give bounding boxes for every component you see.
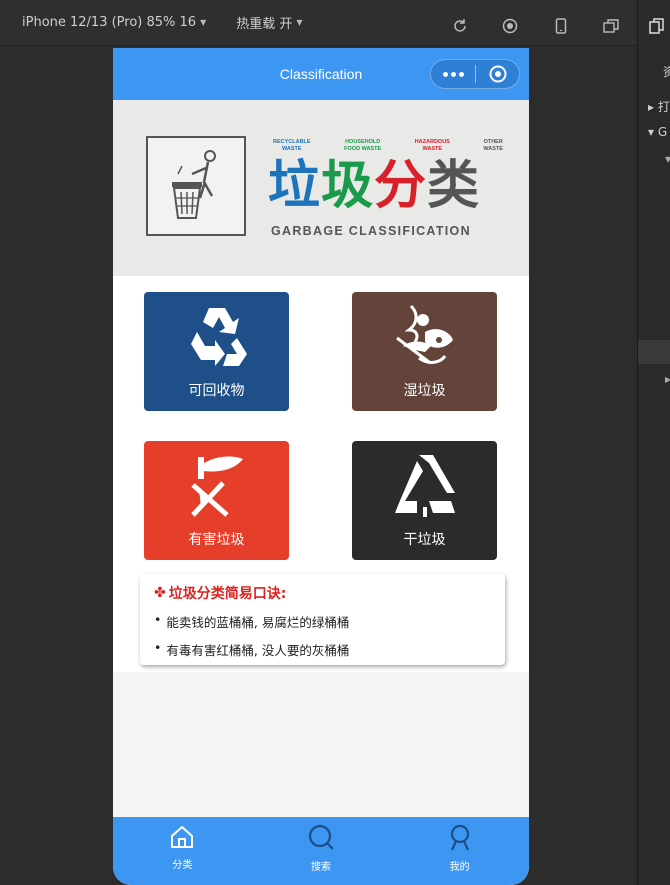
miniprogram-capsule (430, 59, 520, 89)
hot-reload-label: 热重载 开 (236, 17, 293, 32)
tab-bar: 分类 搜索 我的 (113, 817, 529, 885)
devtools-panel: 资 ▸ 打 ▾ G ▼ ▶ (637, 0, 670, 885)
copy-icon[interactable] (649, 18, 665, 38)
search-icon (307, 824, 335, 856)
tips-title-text: 垃圾分类简易口诀: (168, 586, 287, 602)
banner-category: HOUSEHOLD FOOD WASTE (344, 139, 382, 152)
banner-category: HAZARDOUS WASTE (414, 139, 450, 152)
home-icon (169, 824, 195, 854)
page-title: Classification (279, 66, 363, 82)
tile-label: 干垃圾 (403, 532, 446, 548)
hazardous-icon (177, 449, 257, 521)
device-selector[interactable]: iPhone 12/13 (Pro) 85% 16 ▼ (22, 15, 206, 30)
window-icon[interactable] (603, 18, 619, 34)
chevron-down-icon: ▼ (200, 18, 207, 27)
tile-hazardous[interactable]: 有害垃圾 (144, 441, 289, 560)
category-grid: 可回收物 湿垃圾 有害垃圾 干垃圾 ✤ 垃圾分类简易口诀: • 能卖钱的蓝桶桶,… (113, 276, 529, 672)
tile-label: 湿垃圾 (403, 383, 446, 399)
tips-line: • 有毒有害红桶桶, 没人要的灰桶桶 (154, 640, 491, 659)
stop-icon[interactable] (502, 18, 518, 34)
tips-line-text: 有毒有害红桶桶, 没人要的灰桶桶 (166, 643, 350, 658)
tab-profile[interactable]: 我的 (390, 817, 529, 885)
trash-bin-icon (146, 136, 246, 236)
tips-card: ✤ 垃圾分类简易口诀: • 能卖钱的蓝桶桶, 易腐烂的绿桶桶 • 有毒有害红桶桶… (140, 574, 505, 665)
chevron-down-icon: ▼ (665, 155, 670, 164)
banner-title-char: 分 (374, 156, 428, 216)
refresh-icon[interactable] (452, 18, 468, 34)
tile-label: 可回收物 (188, 383, 245, 399)
chevron-right-icon: ▶ (665, 375, 670, 384)
tab-label: 分类 (172, 860, 193, 871)
banner-category: RECYCLABLE WASTE (273, 139, 311, 152)
tab-label: 我的 (449, 862, 470, 873)
phone-simulator: Classification RECYCLABLE WASTE HOUSEHOL… (113, 48, 529, 885)
banner-title-char: 垃 (268, 156, 322, 216)
tab-classification[interactable]: 分类 (113, 817, 252, 885)
food-waste-icon (385, 300, 465, 372)
close-icon[interactable] (476, 65, 519, 83)
bullet-icon: • (154, 640, 162, 655)
tab-search[interactable]: 搜索 (252, 817, 391, 885)
panel-tree-item[interactable]: ▸ 打 (648, 98, 670, 115)
more-icon[interactable] (431, 71, 475, 77)
panel-selected-row[interactable] (638, 340, 670, 364)
tile-recyclable[interactable]: 可回收物 (144, 292, 289, 411)
tips-line: • 能卖钱的蓝桶桶, 易腐烂的绿桶桶 (154, 612, 491, 631)
recycle-icon (177, 300, 257, 372)
device-label: iPhone 12/13 (Pro) 85% 16 (22, 15, 197, 30)
panel-tree-item[interactable]: ▾ G (648, 125, 667, 139)
star-icon: ✤ (154, 585, 166, 601)
navigation-bar: Classification (113, 48, 529, 100)
simulator-toolbar: iPhone 12/13 (Pro) 85% 16 ▼ 热重载 开 ▼ (0, 0, 636, 46)
tile-household-food[interactable]: 湿垃圾 (352, 292, 497, 411)
chevron-down-icon: ▼ (296, 18, 303, 27)
panel-row-label: 资 (663, 65, 670, 79)
banner-title-char: 类 (427, 156, 481, 216)
hot-reload-toggle[interactable]: 热重载 开 ▼ (236, 13, 302, 32)
tab-label: 搜索 (311, 862, 331, 873)
banner-category: OTHER WASTE (483, 139, 503, 152)
tile-dry-waste[interactable]: 干垃圾 (352, 441, 497, 560)
banner-image: RECYCLABLE WASTE HOUSEHOLD FOOD WASTE HA… (113, 100, 529, 276)
banner-categories: RECYCLABLE WASTE HOUSEHOLD FOOD WASTE HA… (273, 139, 503, 153)
phone-icon[interactable] (553, 18, 569, 34)
bullet-icon: • (154, 612, 162, 627)
user-icon (447, 824, 473, 856)
banner-title: 垃圾分类 (268, 156, 480, 216)
tips-title: ✤ 垃圾分类简易口诀: (154, 583, 491, 603)
dry-waste-icon (385, 449, 465, 521)
tile-label: 有害垃圾 (188, 532, 245, 548)
banner-subtitle: GARBAGE CLASSIFICATION (271, 224, 471, 238)
tips-line-text: 能卖钱的蓝桶桶, 易腐烂的绿桶桶 (166, 615, 350, 630)
banner-title-char: 圾 (321, 156, 375, 216)
